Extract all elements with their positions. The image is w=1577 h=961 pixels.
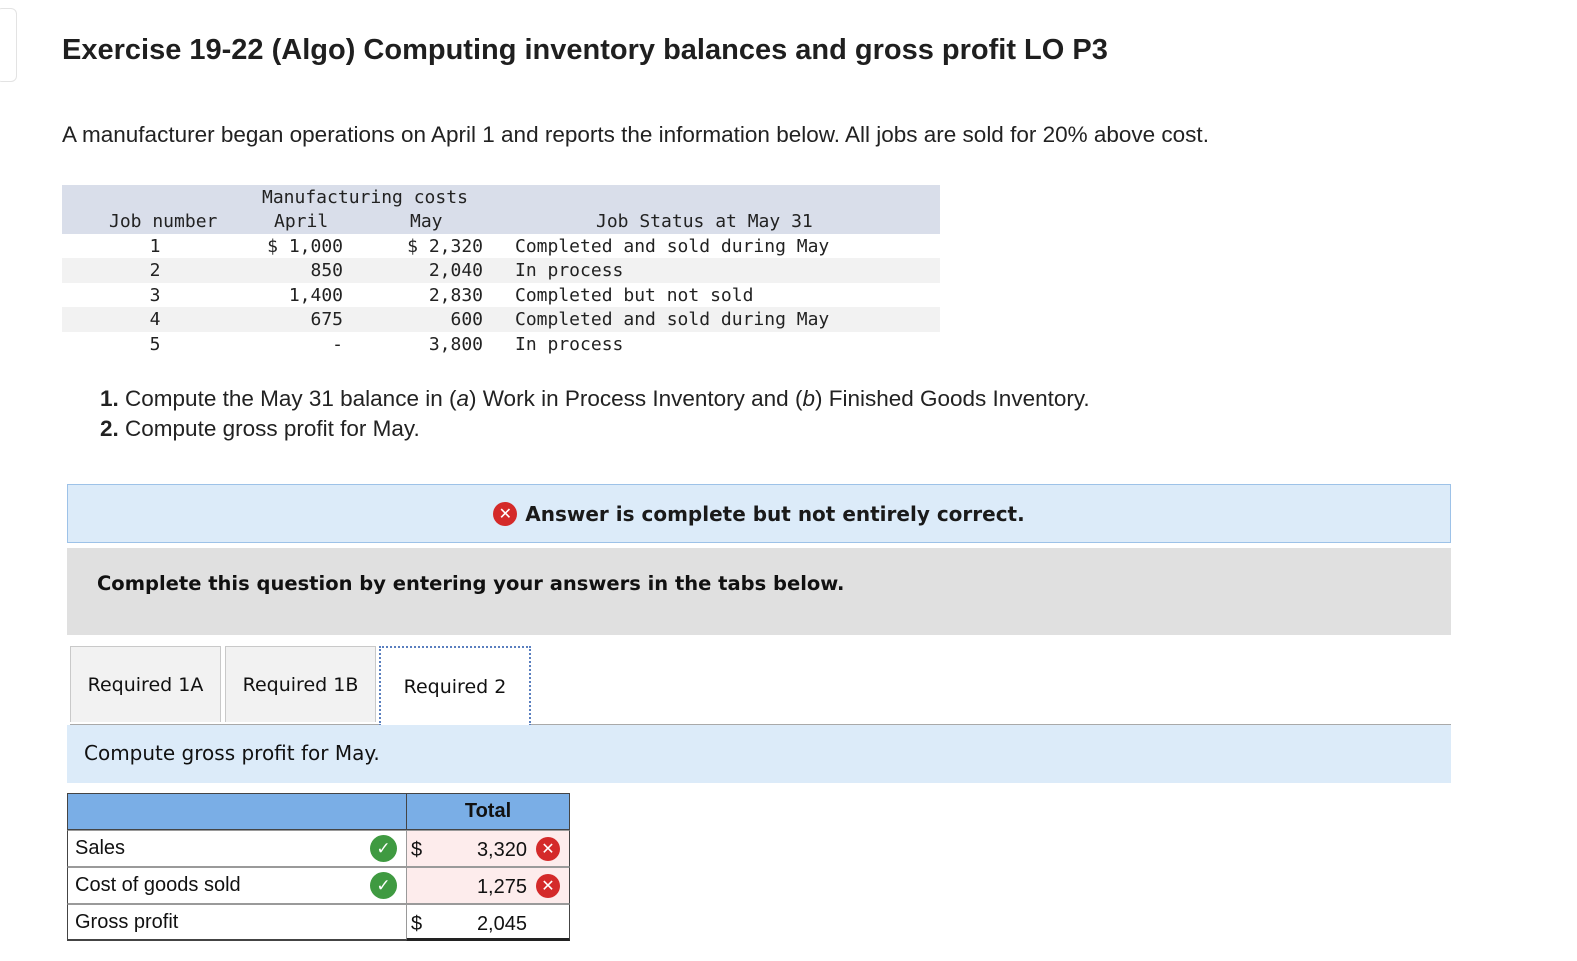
job-number: 4 — [149, 309, 161, 331]
answer-status-text: Answer is complete but not entirely corr… — [525, 501, 1025, 526]
header-total: Total — [406, 793, 570, 830]
requirement-text: Compute gross profit for May. — [125, 416, 420, 441]
requirement-number: 1. — [100, 386, 119, 411]
job-status: Completed but not sold — [515, 284, 754, 306]
job-number: 5 — [149, 333, 161, 355]
april-cost: 850 — [310, 260, 343, 282]
table-row: 5 - 3,800 In process — [62, 332, 940, 356]
job-status: In process — [515, 260, 624, 282]
answer-status-banner: ✕ Answer is complete but not entirely co… — [67, 484, 1451, 543]
tab-required-1b[interactable]: Required 1B — [225, 646, 376, 722]
table-row: 4 675 600 Completed and sold during May — [62, 307, 940, 332]
job-status: Completed and sold during May — [515, 309, 830, 331]
may-cost: 600 — [450, 309, 483, 331]
job-table-header: Manufacturing costs Job number April May… — [62, 185, 940, 234]
header-job-status: Job Status at May 31 — [596, 211, 813, 232]
gross-profit-value: 2,045 — [476, 913, 527, 935]
table-row: 1 $ 1,000 $ 2,320 Completed and sold dur… — [62, 234, 940, 258]
table-row: 2 850 2,040 In process — [62, 258, 940, 283]
header-manufacturing-costs: Manufacturing costs — [262, 187, 468, 208]
header-april: April — [274, 211, 329, 232]
tab-required-1a[interactable]: Required 1A — [70, 646, 221, 722]
requirements-list: 1. Compute the May 31 balance in (a) Wor… — [100, 386, 1090, 446]
tab-bar: Required 1A Required 1B Required 2 — [70, 646, 1451, 726]
dollar-sign: $ — [411, 839, 423, 861]
header-label-cell — [67, 793, 407, 830]
header-job-number: Job number — [109, 211, 218, 232]
job-number: 3 — [149, 284, 161, 306]
x-icon: ✕ — [493, 501, 518, 526]
may-cost: 3,800 — [428, 333, 483, 355]
requirement-text: ) Finished Goods Inventory. — [814, 386, 1090, 411]
tab-prompt: Compute gross profit for May. — [67, 725, 1451, 783]
row-label-sales[interactable]: Sales — [67, 830, 407, 867]
requirement-2: 2. Compute gross profit for May. — [100, 416, 1090, 446]
may-cost: 2,040 — [428, 260, 483, 282]
cogs-total-input[interactable]: 1,275 ✕ — [406, 867, 570, 904]
dollar-sign: $ — [411, 913, 423, 935]
april-cost: - — [332, 333, 343, 355]
instruction-text: Complete this question by entering your … — [97, 572, 845, 595]
page-frame-edge — [0, 8, 17, 82]
header-may: May — [410, 211, 443, 232]
april-cost: $ 1,000 — [267, 236, 343, 257]
requirement-number: 2. — [100, 416, 119, 441]
x-icon: ✕ — [536, 837, 560, 861]
sales-total-input[interactable]: $ 3,320 ✕ — [406, 830, 570, 867]
problem-intro: A manufacturer began operations on April… — [62, 122, 1209, 147]
may-cost: 2,830 — [428, 284, 483, 306]
table-row: 3 1,400 2,830 Completed but not sold — [62, 283, 940, 307]
requirement-part-a: a — [456, 386, 469, 411]
check-icon: ✓ — [370, 835, 397, 862]
job-cost-table: Manufacturing costs Job number April May… — [62, 185, 940, 356]
april-cost: 1,400 — [288, 284, 343, 306]
may-cost: $ 2,320 — [407, 236, 483, 257]
job-status: In process — [515, 333, 624, 355]
tab-required-2[interactable]: Required 2 — [379, 646, 531, 726]
gross-profit-total: $ 2,045 — [406, 904, 570, 941]
row-label-cogs[interactable]: Cost of goods sold — [67, 867, 407, 904]
requirement-text: Compute the May 31 balance in ( — [125, 386, 457, 411]
requirement-text: ) Work in Process Inventory and ( — [468, 386, 803, 411]
x-icon: ✕ — [536, 874, 560, 898]
check-icon: ✓ — [370, 872, 397, 899]
job-status: Completed and sold during May — [515, 236, 830, 257]
cogs-total-value: 1,275 — [476, 876, 527, 898]
requirement-part-b: b — [802, 386, 815, 411]
job-number: 2 — [149, 260, 161, 282]
april-cost: 675 — [310, 309, 343, 331]
row-label-gross-profit: Gross profit — [67, 904, 407, 941]
sales-total-value: 3,320 — [476, 839, 527, 861]
tab-prompt-text: Compute gross profit for May. — [84, 741, 380, 765]
job-number: 1 — [149, 236, 161, 257]
requirement-1: 1. Compute the May 31 balance in (a) Wor… — [100, 386, 1090, 416]
instruction-panel: Complete this question by entering your … — [67, 548, 1451, 635]
page-title: Exercise 19-22 (Algo) Computing inventor… — [62, 34, 1108, 66]
